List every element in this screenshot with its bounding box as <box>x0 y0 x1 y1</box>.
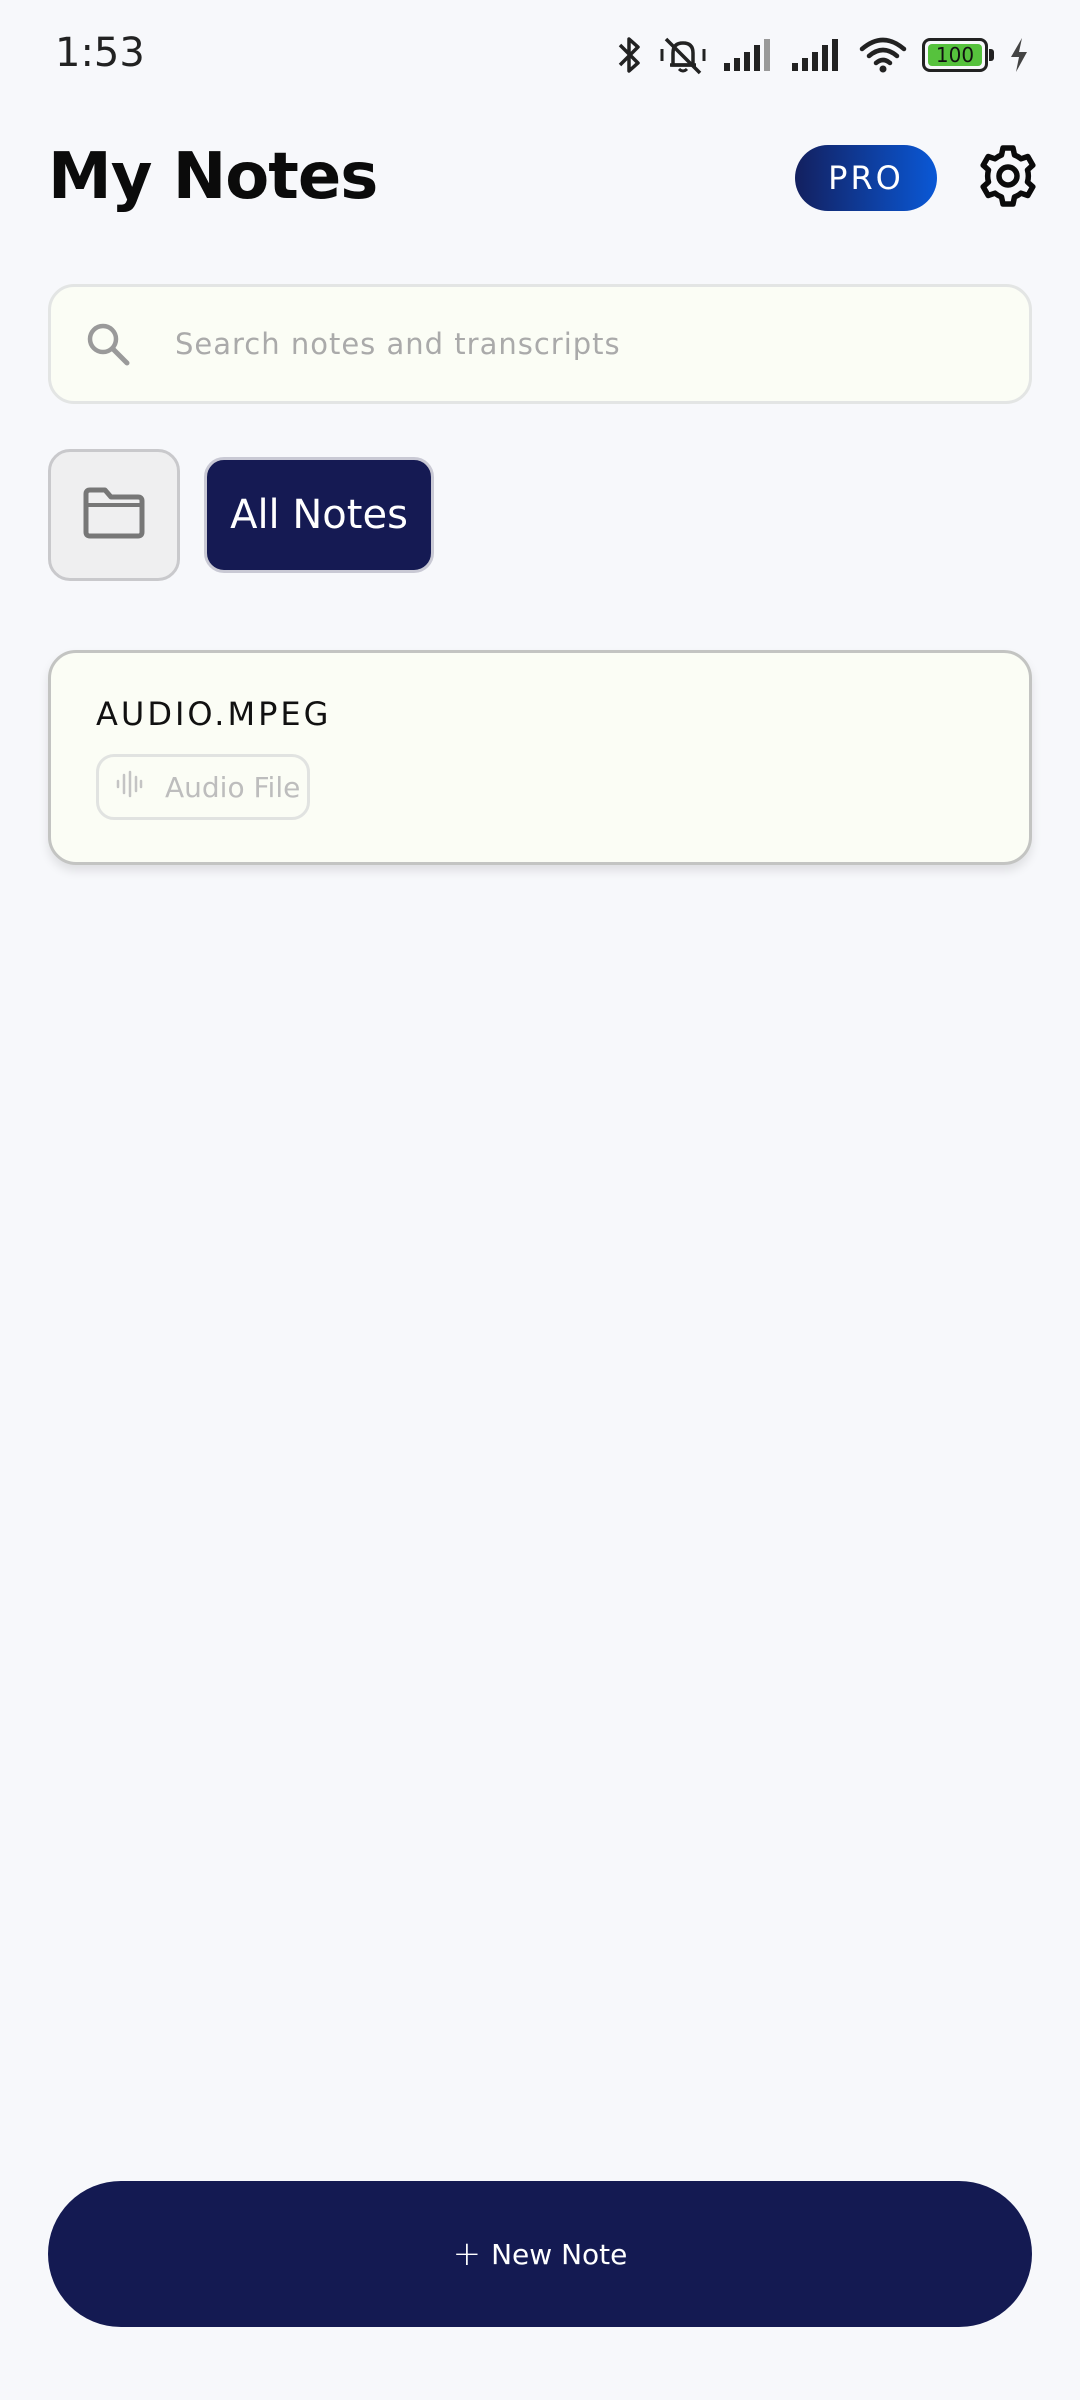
gear-icon <box>976 144 1040 213</box>
new-note-button[interactable]: + New Note <box>48 2181 1032 2327</box>
note-type-label: Audio File <box>165 770 301 804</box>
new-note-label: New Note <box>491 2237 628 2271</box>
wifi-icon <box>858 35 908 75</box>
silent-vibrate-icon <box>658 35 708 75</box>
plus-icon: + <box>452 2234 482 2274</box>
note-type-badge: Audio File <box>96 754 310 820</box>
battery-icon: 100 <box>922 38 994 72</box>
bluetooth-icon <box>614 35 644 75</box>
signal-icon <box>722 37 776 73</box>
audio-waveform-icon <box>115 770 143 805</box>
settings-button[interactable] <box>972 142 1044 214</box>
status-bar: 1:53 100 <box>0 0 1080 110</box>
search-icon <box>85 321 131 367</box>
battery-level: 100 <box>928 43 982 67</box>
charging-icon <box>1008 36 1030 74</box>
signal-icon <box>790 37 844 73</box>
pro-button[interactable]: PRO <box>795 145 937 211</box>
status-icons: 100 <box>614 30 1030 80</box>
note-title: AUDIO.MPEG <box>96 695 332 733</box>
status-time: 1:53 <box>55 30 145 76</box>
page-title: My Notes <box>48 140 378 214</box>
filter-chip-all-notes[interactable]: All Notes <box>204 457 434 573</box>
search-input[interactable] <box>175 307 995 381</box>
folder-icon <box>82 486 146 545</box>
search-bar[interactable] <box>48 284 1032 404</box>
note-card[interactable]: AUDIO.MPEG Audio File <box>48 650 1032 865</box>
folder-button[interactable] <box>48 449 180 581</box>
